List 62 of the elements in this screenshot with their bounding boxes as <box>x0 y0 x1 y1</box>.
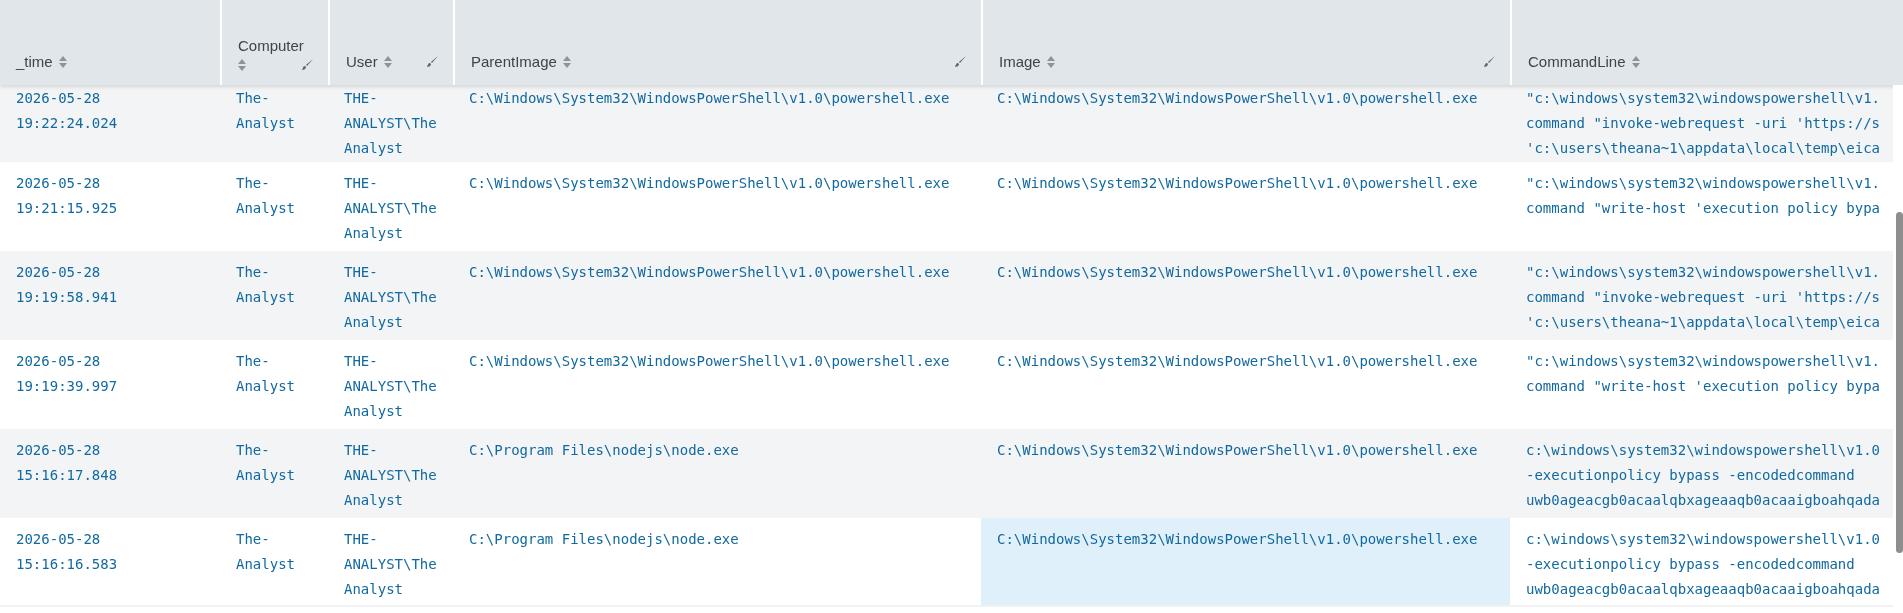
command-line-text[interactable]: -executionpolicy bypass -encodedcommand <box>1526 463 1855 488</box>
computer-cell[interactable]: The-Analyst <box>236 260 304 310</box>
sort-icon[interactable] <box>562 56 571 68</box>
user-cell[interactable]: THE-ANALYST\The Analyst <box>344 86 442 161</box>
user-cell[interactable]: THE-ANALYST\The Analyst <box>344 260 442 335</box>
command-line-text[interactable]: c:\windows\system32\windowspowershell\v1.0 <box>1526 527 1880 552</box>
column-header[interactable]: Computer <box>238 36 304 56</box>
time-cell[interactable]: 2026-05-28 19:22:24.024 <box>16 86 126 136</box>
image-cell[interactable]: C:\Windows\System32\WindowsPowerShell\v1.0\powershell.exe <box>981 162 1510 251</box>
sort-icon[interactable] <box>58 56 67 68</box>
time-cell[interactable]: 2026-05-28 19:19:58.941 <box>16 260 126 310</box>
command-line-text[interactable]: uwb0ageacgb0acaalqbxageaaqb0acaaigboahqada <box>1526 577 1880 602</box>
command-line-text[interactable]: uwb0ageacgb0acaalqbxageaaqb0acaaigboahqada <box>1526 488 1880 513</box>
image-cell[interactable]: C:\Windows\System32\WindowsPowerShell\v1.0\powershell.exe <box>981 85 1510 162</box>
column-header[interactable]: Image <box>999 52 1041 72</box>
command-line-text[interactable]: "c:\windows\system32\windowspowershell\v1. <box>1526 260 1880 285</box>
time-cell[interactable]: 2026-05-28 15:16:17.848 <box>16 438 126 488</box>
computer-cell[interactable]: The-Analyst <box>236 438 304 488</box>
user-cell[interactable]: THE-ANALYST\The Analyst <box>344 171 442 246</box>
image-cell[interactable]: C:\Windows\System32\WindowsPowerShell\v1.0\powershell.exe <box>981 340 1510 429</box>
user-cell[interactable]: THE-ANALYST\The Analyst <box>344 349 442 424</box>
user-cell[interactable]: THE-ANALYST\The Analyst <box>344 438 442 513</box>
command-line-text[interactable]: command "write-host 'execution policy bypa <box>1526 196 1880 221</box>
command-line-text[interactable]: "c:\windows\system32\windowspowershell\v1. <box>1526 349 1880 374</box>
parent-image-cell[interactable]: C:\Windows\System32\WindowsPowerShell\v1.0\powershell.exe <box>469 171 950 196</box>
image-cell[interactable]: C:\Windows\System32\WindowsPowerShell\v1.0\powershell.exe <box>981 251 1510 340</box>
image-cell[interactable]: C:\Windows\System32\WindowsPowerShell\v1.0\powershell.exe <box>981 429 1510 518</box>
command-line-text[interactable]: command "invoke-webrequest -uri 'https://s <box>1526 111 1880 136</box>
time-cell[interactable]: 2026-05-28 15:16:16.583 <box>16 527 126 577</box>
user-cell[interactable]: THE-ANALYST\The Analyst <box>344 527 442 602</box>
command-line-text[interactable]: -executionpolicy bypass -encodedcommand <box>1526 552 1855 577</box>
column-header[interactable]: ParentImage <box>471 52 557 72</box>
parent-image-cell[interactable]: C:\Program Files\nodejs\node.exe <box>469 438 739 463</box>
command-line-text[interactable]: 'c:\users\theana~1\appdata\local\temp\eica <box>1526 310 1880 335</box>
command-line-text[interactable]: command "invoke-webrequest -uri 'https://s <box>1526 285 1880 310</box>
parent-image-cell[interactable]: C:\Windows\System32\WindowsPowerShell\v1.0\powershell.exe <box>469 260 950 285</box>
sort-icon[interactable] <box>383 56 392 68</box>
brush-icon[interactable] <box>300 58 314 72</box>
image-cell[interactable]: C:\Windows\System32\WindowsPowerShell\v1.0\powershell.exe <box>981 518 1510 605</box>
computer-cell[interactable]: The-Analyst <box>236 171 304 221</box>
command-line-text[interactable]: command "write-host 'execution policy bypa <box>1526 374 1880 399</box>
computer-cell[interactable]: The-Analyst <box>236 527 304 577</box>
parent-image-cell[interactable]: C:\Windows\System32\WindowsPowerShell\v1.0\powershell.exe <box>469 86 950 111</box>
computer-cell[interactable]: The-Analyst <box>236 349 304 399</box>
command-line-text[interactable]: "c:\windows\system32\windowspowershell\v1. <box>1526 171 1880 196</box>
sort-icon[interactable] <box>1631 56 1640 68</box>
column-header[interactable]: _time <box>16 52 53 72</box>
brush-icon[interactable] <box>1482 55 1496 69</box>
command-line-text[interactable]: "c:\windows\system32\windowspowershell\v1. <box>1526 86 1880 111</box>
column-header[interactable]: CommandLine <box>1528 52 1626 72</box>
parent-image-cell[interactable]: C:\Windows\System32\WindowsPowerShell\v1.0\powershell.exe <box>469 349 950 374</box>
parent-image-cell[interactable]: C:\Program Files\nodejs\node.exe <box>469 527 739 552</box>
brush-icon[interactable] <box>425 55 439 69</box>
column-header[interactable]: User <box>346 52 378 72</box>
time-cell[interactable]: 2026-05-28 19:21:15.925 <box>16 171 126 221</box>
command-line-text[interactable]: 'c:\users\theana~1\appdata\local\temp\eica <box>1526 136 1880 161</box>
computer-cell[interactable]: The-Analyst <box>236 86 304 136</box>
sort-icon[interactable] <box>1046 56 1055 68</box>
brush-icon[interactable] <box>953 55 967 69</box>
sort-icon[interactable] <box>238 59 246 71</box>
time-cell[interactable]: 2026-05-28 19:19:39.997 <box>16 349 126 399</box>
command-line-text[interactable]: c:\windows\system32\windowspowershell\v1.0 <box>1526 438 1880 463</box>
